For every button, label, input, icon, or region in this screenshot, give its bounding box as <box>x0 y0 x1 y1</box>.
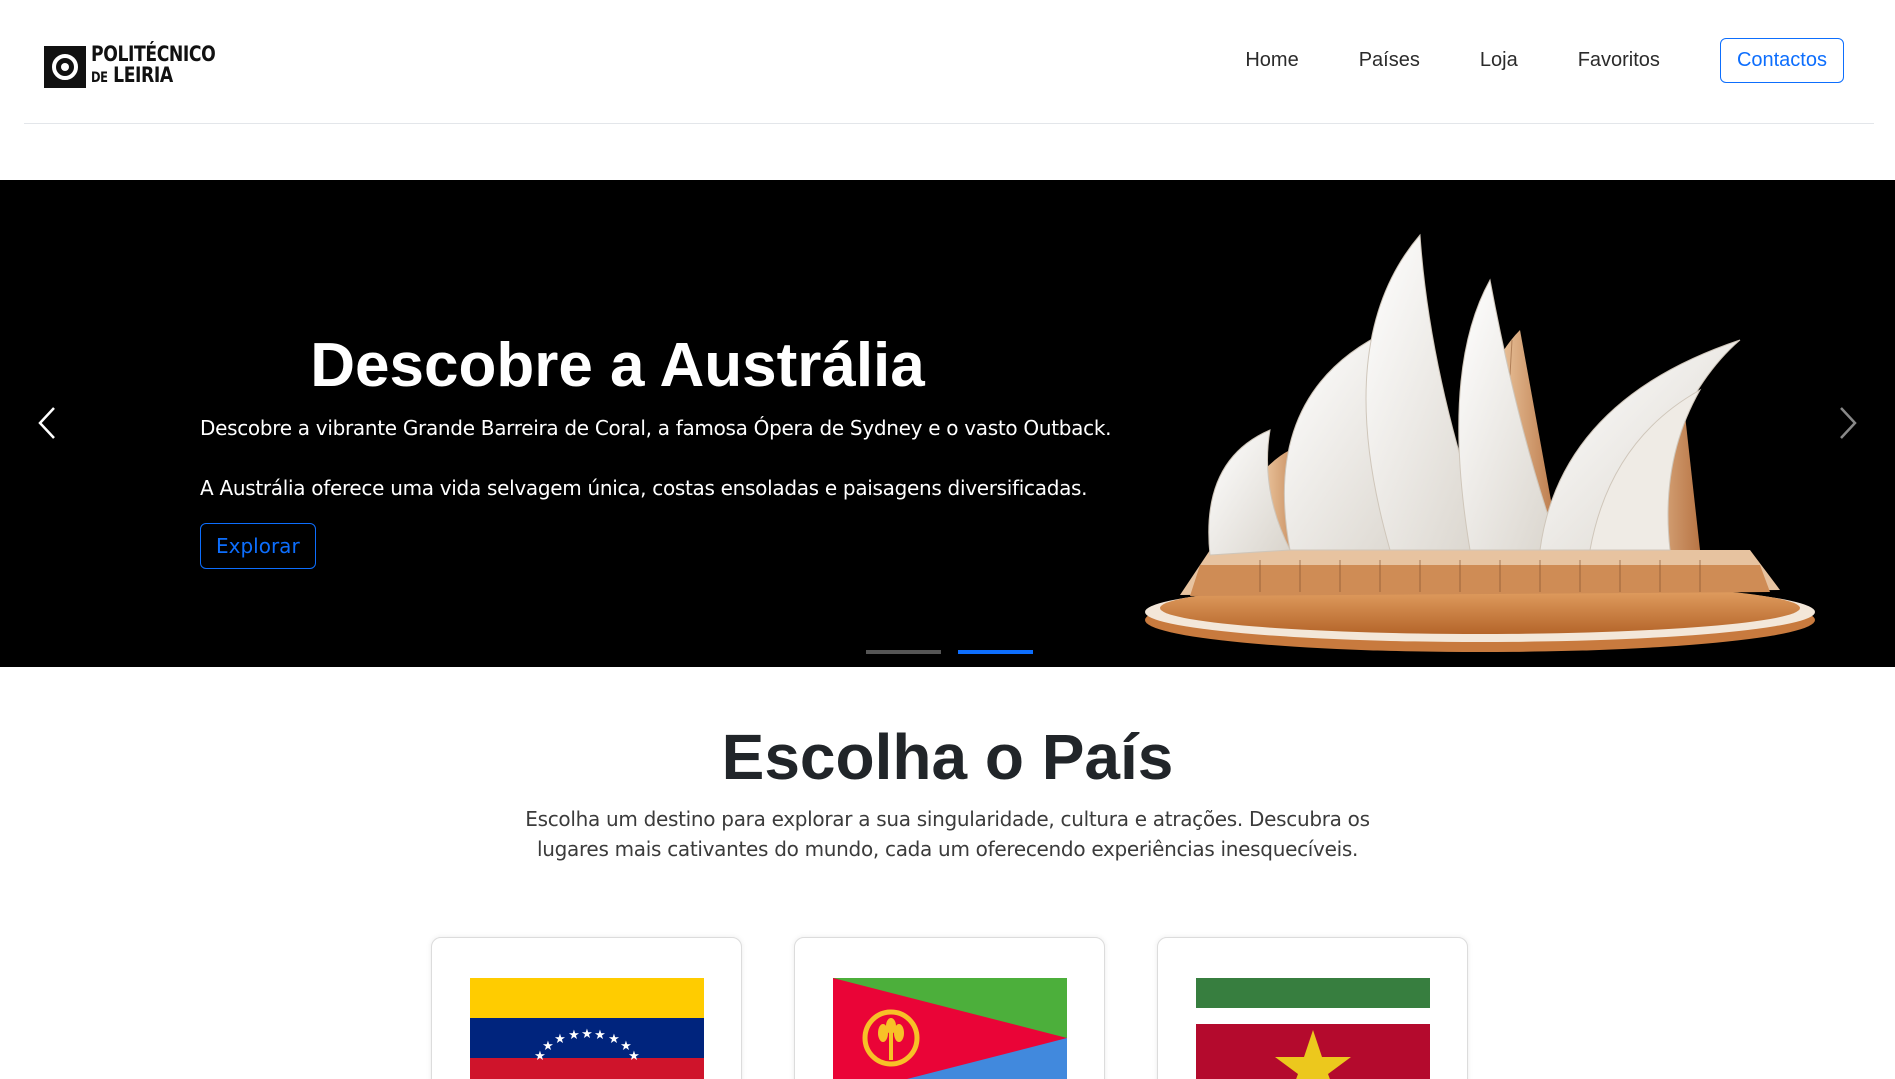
svg-text:★: ★ <box>568 1028 580 1043</box>
section-description: Escolha um destino para explorar a sua s… <box>525 807 1370 861</box>
hero-paragraph-2: A Austrália oferece uma vida selvagem ún… <box>200 476 1088 500</box>
nav-favoritos[interactable]: Favoritos <box>1578 49 1660 72</box>
eritrea-flag-icon <box>833 978 1067 1079</box>
country-card-eritrea[interactable] <box>794 937 1105 1079</box>
svg-text:★: ★ <box>542 1039 554 1054</box>
carousel-indicators <box>866 650 1050 654</box>
hero-carousel: Descobre a Austrália Descobre a vibrante… <box>0 180 1895 667</box>
suriname-flag-icon <box>1196 978 1430 1079</box>
nav-paises[interactable]: Países <box>1359 49 1420 72</box>
svg-text:★: ★ <box>581 1027 593 1042</box>
svg-text:★: ★ <box>554 1032 566 1047</box>
venezuela-flag-icon: ★★ ★ ★ ★ ★ ★ ★★ <box>470 978 704 1079</box>
hero-paragraph-1: Descobre a vibrante Grande Barreira de C… <box>200 416 1112 440</box>
country-cards: ★ ★ ★ ★ ★ ★ ★ ★ ★ <box>431 937 1520 1079</box>
carousel-prev-icon[interactable] <box>34 402 64 444</box>
contactos-button[interactable]: Contactos <box>1719 38 1844 83</box>
logo-icon <box>44 45 86 88</box>
nav-loja[interactable]: Loja <box>1480 49 1518 72</box>
svg-text:★: ★ <box>594 1028 606 1043</box>
section-title: Escolha o País <box>721 721 1174 793</box>
hero-title: Descobre a Austrália <box>310 331 925 400</box>
logo-line2: DE LEIRIA <box>91 63 173 87</box>
navbar: POLITÉCNICO DE LEIRIA Home Países Loja F… <box>24 0 1874 124</box>
country-card-venezuela[interactable]: ★ ★ ★ ★ ★ ★ ★ ★ ★ <box>431 937 742 1079</box>
logo-line1: POLITÉCNICO <box>91 42 216 66</box>
nav-home[interactable]: Home <box>1245 49 1298 72</box>
main-nav: Home Países Loja Favoritos Contactos <box>1245 38 1874 83</box>
carousel-indicator-1[interactable] <box>866 650 941 654</box>
sydney-opera-house-image <box>1145 233 1815 652</box>
explorar-button[interactable]: Explorar <box>200 523 316 569</box>
country-card-suriname[interactable] <box>1157 937 1468 1079</box>
carousel-next-icon[interactable] <box>1831 402 1861 444</box>
politecnico-leiria-logo[interactable]: POLITÉCNICO DE LEIRIA <box>44 44 243 89</box>
svg-text:★: ★ <box>608 1032 620 1047</box>
carousel-indicator-2[interactable] <box>958 650 1033 654</box>
svg-text:★: ★ <box>628 1049 640 1064</box>
